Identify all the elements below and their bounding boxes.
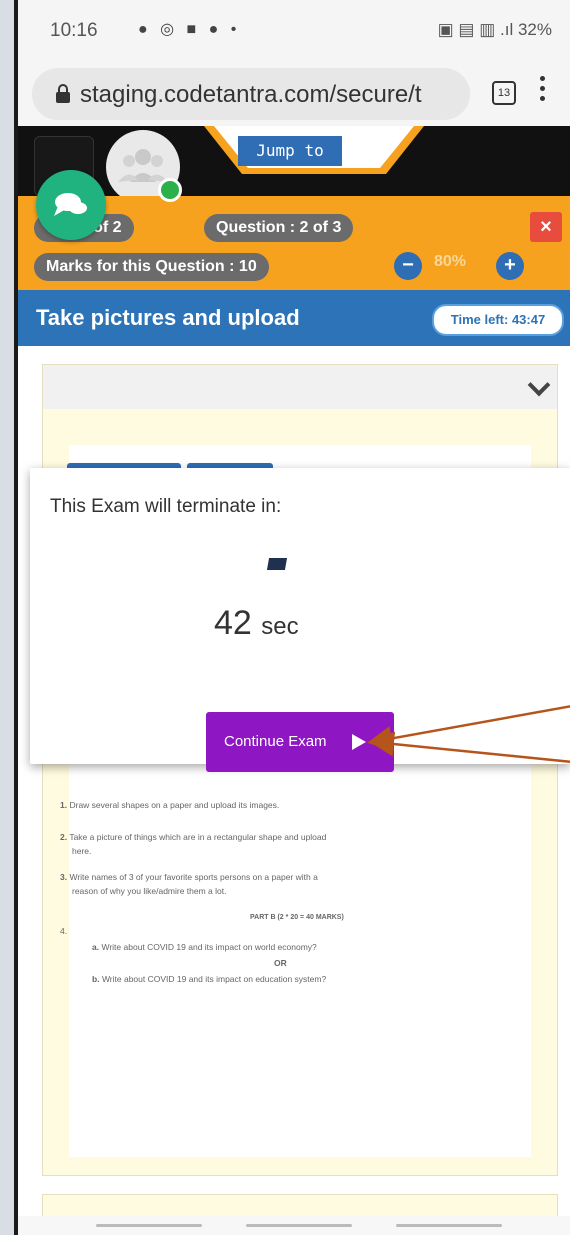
- annotation-arrows: [367, 705, 570, 764]
- system-nav-bar: [18, 1216, 570, 1235]
- nav-back[interactable]: [396, 1224, 502, 1227]
- nav-recents[interactable]: [96, 1224, 202, 1227]
- phone-screen: 10:16 ● ◎ ■ ● • ▣ ▤ ▥ .ıl 32% staging.co…: [0, 0, 570, 1235]
- nav-home[interactable]: [246, 1224, 352, 1227]
